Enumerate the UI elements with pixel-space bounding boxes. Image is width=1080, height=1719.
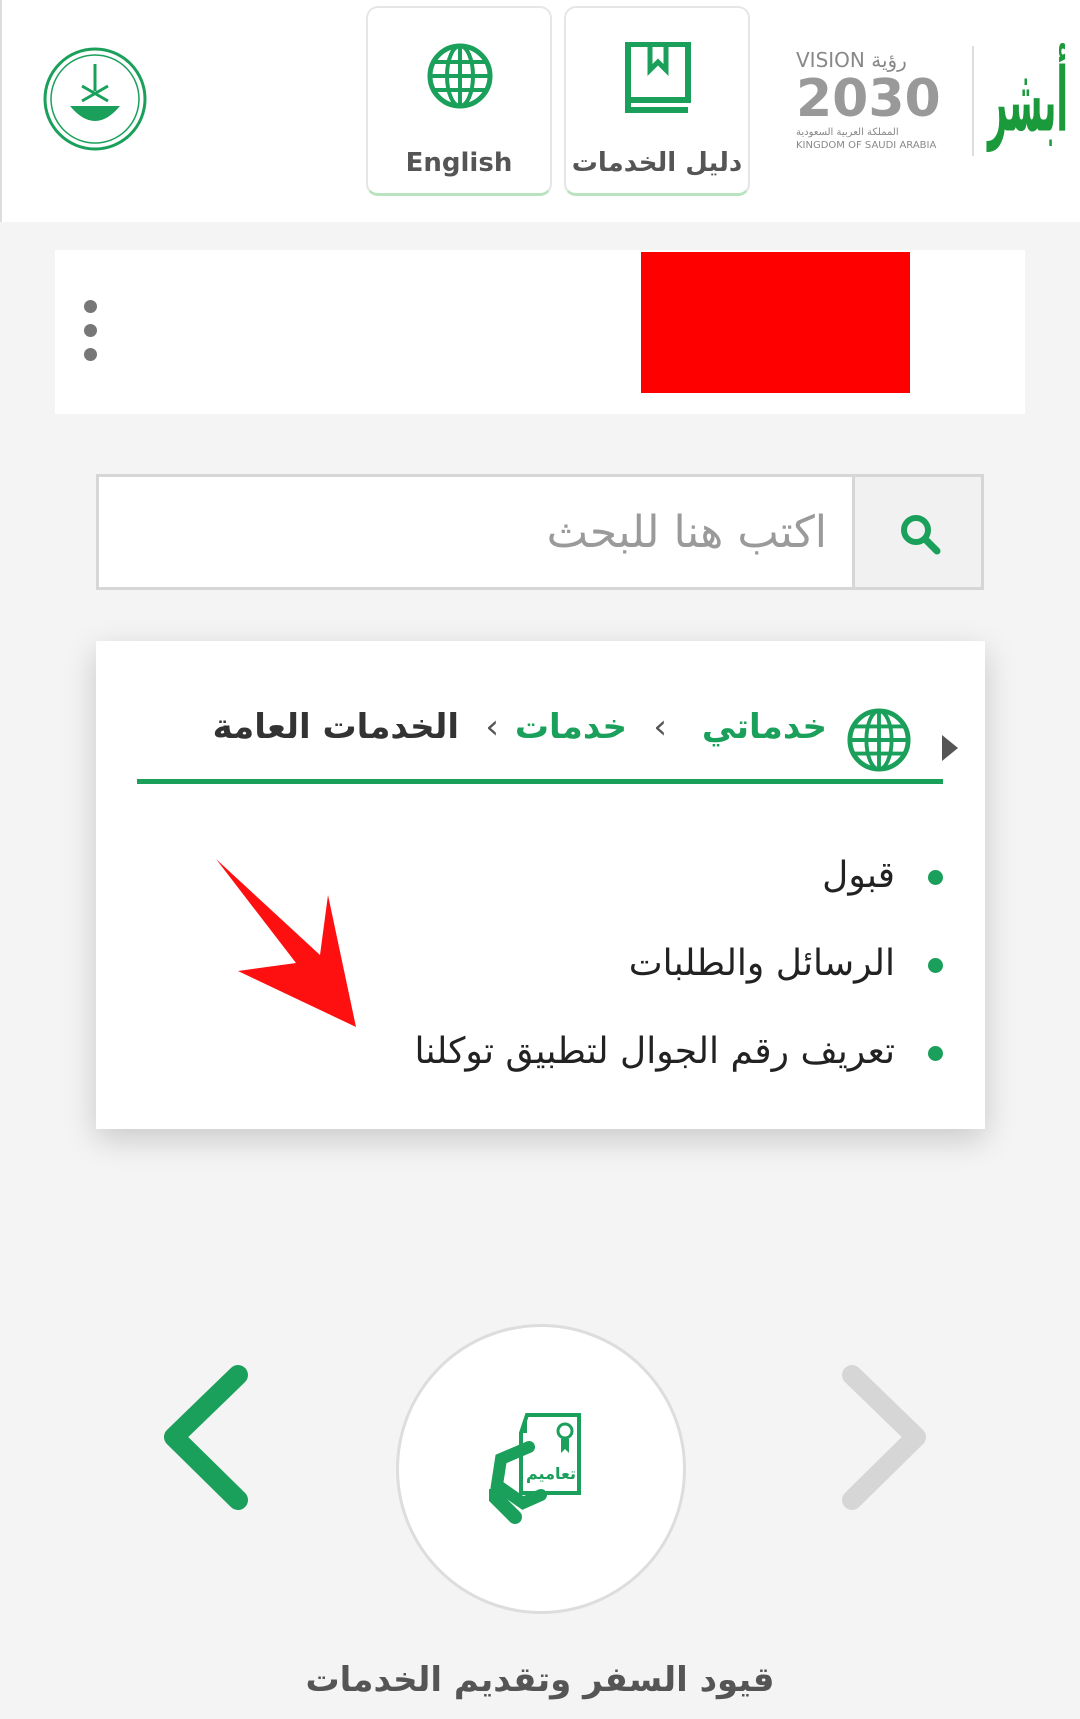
breadcrumb-my-services[interactable]: خدماتي: [702, 707, 827, 747]
carousel-caption: قيود السفر وتقديم الخدمات: [305, 1660, 775, 1700]
services-guide-button[interactable]: دليل الخدمات: [564, 6, 750, 196]
search-input[interactable]: [99, 477, 857, 587]
breadcrumb-public-services: الخدمات العامة: [212, 707, 459, 747]
chevron-right-icon[interactable]: [840, 1365, 930, 1510]
circulars-document-hand-icon: تعاميم: [489, 1413, 581, 1524]
english-language-button[interactable]: English: [366, 6, 552, 196]
book-icon: [625, 42, 691, 113]
carousel-item-circulars[interactable]: تعاميم: [396, 1324, 686, 1614]
absher-logo: أبشر: [982, 46, 1074, 158]
search-button[interactable]: [852, 477, 981, 587]
menu-item-tawakkalna-mobile[interactable]: تعريف رقم الجوال لتطبيق توكلنا: [415, 1031, 895, 1072]
more-options-icon[interactable]: [84, 300, 97, 313]
search-icon: [901, 515, 941, 555]
globe-icon: [427, 43, 493, 109]
breadcrumb-services[interactable]: خدمات: [515, 707, 627, 747]
redacted-user-info: [641, 252, 910, 393]
english-label: English: [405, 148, 513, 178]
ministry-emblem-icon: [43, 47, 147, 151]
vision-2030-logo: VISION رؤية 2030 المملكة العربية السعودي…: [796, 48, 956, 158]
breadcrumb-underline: [137, 779, 943, 784]
menu-item-acceptance[interactable]: قبول: [822, 855, 895, 896]
services-guide-label: دليل الخدمات: [571, 148, 743, 178]
header: English دليل الخدمات VISION رؤية 2030 ال…: [0, 0, 1080, 222]
caret-right-icon[interactable]: [942, 735, 958, 761]
menu-item-messages-requests[interactable]: الرسائل والطلبات: [629, 943, 895, 984]
absher-logo-text: أبشر: [987, 50, 1069, 154]
red-arrow-annotation: [216, 859, 356, 1027]
chevron-left-icon[interactable]: [160, 1365, 250, 1510]
globe-icon: [847, 708, 911, 772]
search-bar: [96, 474, 984, 590]
circulars-icon-text: تعاميم: [526, 1464, 576, 1483]
